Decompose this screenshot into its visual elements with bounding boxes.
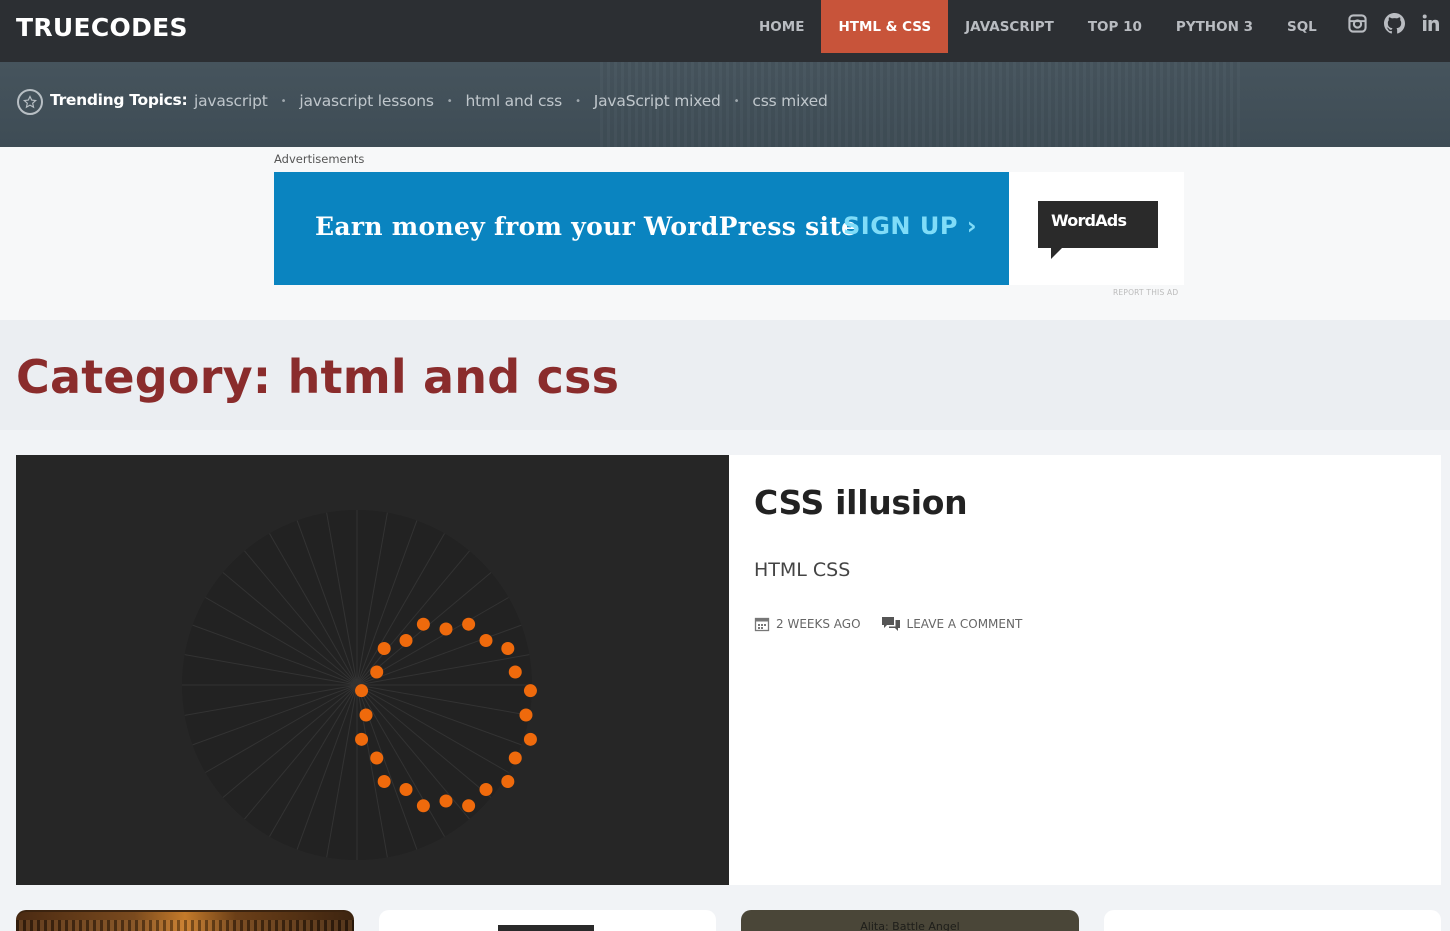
instagram-icon[interactable] <box>1346 12 1368 34</box>
illusion-dot <box>501 642 515 656</box>
trending-link-javascript-lessons[interactable]: javascript lessons <box>299 92 434 110</box>
post-comments-link[interactable]: LEAVE A COMMENT <box>881 616 1023 632</box>
ad-caption: Advertisements <box>274 152 365 166</box>
ad-brand-panel[interactable]: WordAds <box>1009 172 1184 285</box>
trending-topics-bar: Trending Topics: javascript • javascript… <box>0 62 1450 147</box>
nav-item-python-3[interactable]: PYTHON 3 <box>1159 0 1270 53</box>
illusion-dot <box>523 684 537 698</box>
trending-link-javascript-mixed[interactable]: JavaScript mixed <box>594 92 721 110</box>
trending-link-css-mixed[interactable]: css mixed <box>752 92 827 110</box>
illusion-dot <box>399 782 413 796</box>
ad-banner[interactable]: Earn money from your WordPress site SIGN… <box>274 172 1009 285</box>
trending-label: Trending Topics: <box>50 91 188 109</box>
advertisement-section: Advertisements Earn money from your Word… <box>0 147 1450 320</box>
post-date-text: 2 WEEKS AGO <box>776 617 861 631</box>
nav-item-home[interactable]: HOME <box>742 0 821 53</box>
calendar-icon <box>754 617 770 632</box>
illusion-dot <box>501 774 515 788</box>
report-ad-link[interactable]: REPORT THIS AD <box>1113 288 1178 297</box>
post-card-4[interactable] <box>1104 910 1441 931</box>
ad-headline: Earn money from your WordPress site <box>315 212 858 241</box>
nav-item-top-10[interactable]: TOP 10 <box>1071 0 1159 53</box>
illusion-dot <box>523 732 537 746</box>
post-meta: 2 WEEKS AGO LEAVE A COMMENT <box>754 616 1042 632</box>
star-icon <box>17 89 43 115</box>
illusion-dot <box>439 794 453 808</box>
bullet-separator: • <box>733 95 740 107</box>
site-logo[interactable]: TRUECODES <box>16 13 188 42</box>
illusion-dot <box>439 622 453 636</box>
illusion-dot <box>377 642 391 656</box>
illusion-dot <box>355 684 369 698</box>
post-content: CSS illusion HTML CSS 2 WEEKS AGO LEAVE … <box>729 455 1441 885</box>
trending-link-javascript[interactable]: javascript <box>194 92 268 110</box>
post-thumbnail[interactable] <box>16 455 729 885</box>
bullet-separator: • <box>575 95 581 107</box>
bullet-separator: • <box>446 95 453 107</box>
trending-links: javascript • javascript lessons • html a… <box>194 92 828 110</box>
comments-icon <box>881 617 900 631</box>
illusion-dot <box>519 708 533 722</box>
css-illusion-graphic <box>182 510 537 860</box>
github-icon[interactable] <box>1383 12 1405 34</box>
nav-item-sql[interactable]: SQL <box>1270 0 1334 53</box>
bookshelf-pattern <box>16 920 354 931</box>
illusion-dot <box>370 665 384 679</box>
illusion-dot <box>462 799 476 813</box>
main-nav: HOME HTML & CSS JAVASCRIPT TOP 10 PYTHON… <box>742 0 1334 53</box>
post-title[interactable]: CSS illusion <box>754 483 968 522</box>
nav-item-javascript[interactable]: JAVASCRIPT <box>948 0 1071 53</box>
illusion-dot <box>399 634 413 648</box>
illusion-dot <box>370 751 384 765</box>
illusion-dot <box>479 634 493 648</box>
illusion-dot <box>377 774 391 788</box>
illusion-dot <box>508 751 522 765</box>
wordads-logo: WordAds <box>1038 201 1158 259</box>
post-excerpt: HTML CSS <box>754 559 851 581</box>
ad-signup-link[interactable]: SIGN UP › <box>843 212 977 240</box>
post-comments-text: LEAVE A COMMENT <box>906 617 1023 631</box>
nav-item-html-css[interactable]: HTML & CSS <box>821 0 949 53</box>
illusion-dot <box>355 732 369 746</box>
illusion-dot <box>359 708 373 722</box>
linkedin-icon[interactable] <box>1420 12 1442 34</box>
card-thumbnail-bar <box>498 925 594 931</box>
site-header: TRUECODES HOME HTML & CSS JAVASCRIPT TOP… <box>0 0 1450 62</box>
illusion-dot <box>416 799 430 813</box>
card-label: Alita: Battle Angel <box>860 920 960 931</box>
illusion-dot <box>508 665 522 679</box>
post-date[interactable]: 2 WEEKS AGO <box>754 616 861 632</box>
post-card-2[interactable] <box>379 910 716 931</box>
bullet-separator: • <box>280 95 287 107</box>
illusion-dot <box>462 617 476 631</box>
illusion-dot <box>416 617 430 631</box>
illusion-dot <box>479 782 493 796</box>
category-header: Category: html and css <box>0 320 1450 430</box>
post-card-3[interactable]: Alita: Battle Angel <box>741 910 1079 931</box>
page-title: Category: html and css <box>16 350 620 404</box>
post-card-1[interactable] <box>16 910 354 931</box>
trending-link-html-and-css[interactable]: html and css <box>465 92 562 110</box>
